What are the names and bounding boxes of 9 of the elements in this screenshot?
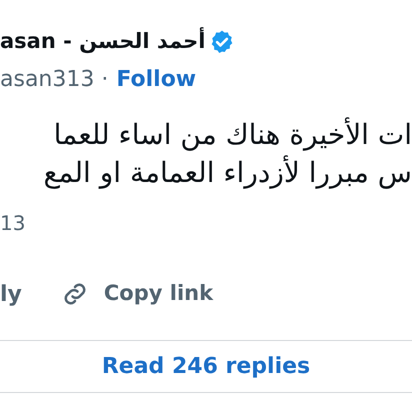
author-name: asan - أحمد الحسن [0, 26, 206, 56]
tweet-date: 13 [0, 210, 26, 237]
author-handle: asan313 · [0, 66, 108, 94]
reply-button[interactable]: ly [0, 278, 22, 310]
tweet-text: ات الأخيرة هناك من اساء للعما [54, 118, 412, 152]
follow-link[interactable]: Follow [116, 62, 196, 96]
tweet-text: س مبررا لأزدراء العمامة او المع [43, 156, 412, 190]
read-replies-button[interactable]: Read 246 replies [0, 341, 412, 392]
copy-link-button[interactable]: Copy link [60, 278, 214, 310]
